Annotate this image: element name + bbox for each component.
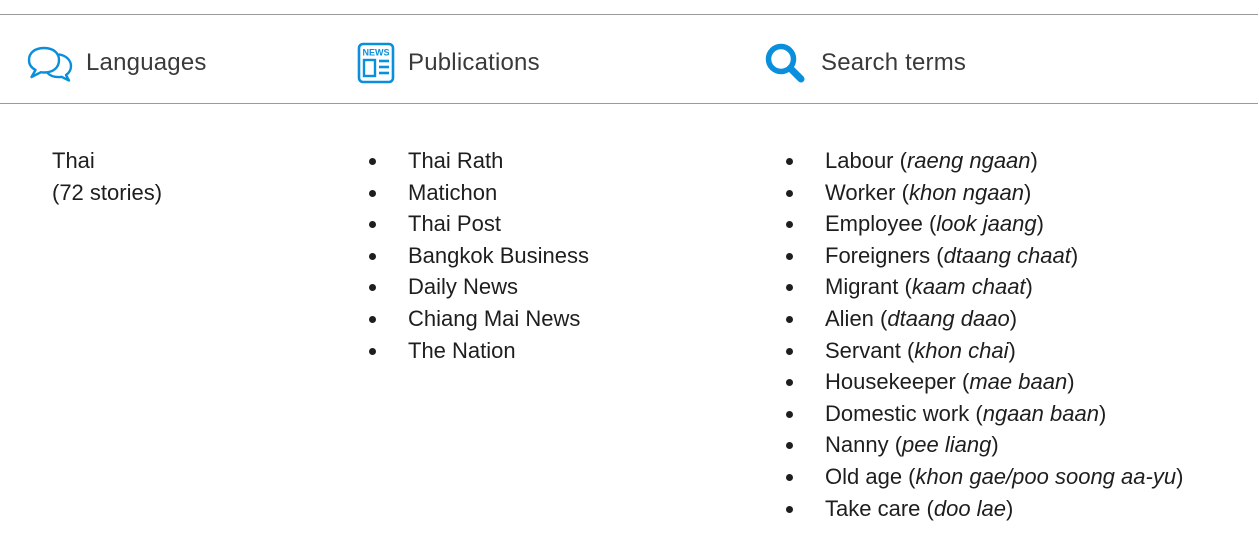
publications-list: Thai Rath Matichon Thai Post Bangkok Busine… bbox=[364, 145, 589, 366]
search-term-transliteration: look jaang bbox=[936, 211, 1037, 237]
search-term-transliteration: khon chai bbox=[914, 337, 1009, 363]
search-term-item: Worker (khon ngaan) bbox=[781, 177, 1183, 209]
search-term-item: Nanny (pee liang) bbox=[781, 429, 1183, 461]
top-divider bbox=[0, 14, 1258, 15]
languages-column: Thai (72 stories) bbox=[52, 145, 162, 208]
search-term-transliteration: dtaang chaat bbox=[943, 242, 1071, 268]
search-term-english: Worker bbox=[825, 179, 896, 205]
speech-bubbles-icon bbox=[26, 44, 74, 82]
search-term-english: Housekeeper bbox=[825, 369, 956, 395]
newspaper-icon-text: NEWS bbox=[363, 48, 390, 58]
search-term-english: Servant bbox=[825, 337, 901, 363]
search-term-item: Labour (raeng ngaan) bbox=[781, 145, 1183, 177]
header-search-terms-label: Search terms bbox=[821, 49, 967, 76]
search-term-item: Alien (dtaang daao) bbox=[781, 303, 1183, 335]
header-publications-label: Publications bbox=[408, 49, 540, 76]
search-term-item: Foreigners (dtaang chaat) bbox=[781, 240, 1183, 272]
search-terms-list: Labour (raeng ngaan) Worker (khon ngaan) E… bbox=[781, 145, 1183, 524]
search-term-english: Nanny bbox=[825, 432, 889, 458]
publication-item: Bangkok Business bbox=[364, 240, 589, 272]
language-name: Thai bbox=[52, 148, 95, 173]
search-term-transliteration: mae baan bbox=[969, 369, 1068, 395]
header-languages: Languages bbox=[26, 40, 207, 86]
publication-item: Daily News bbox=[364, 271, 589, 303]
publication-item: The Nation bbox=[364, 335, 589, 367]
language-story-count: (72 stories) bbox=[52, 179, 163, 205]
search-term-item: Take care (doo lae) bbox=[781, 493, 1183, 525]
search-term-english: Employee bbox=[825, 211, 923, 237]
search-term-item: Migrant (kaam chaat) bbox=[781, 271, 1183, 303]
search-terms-column: Labour (raeng ngaan) Worker (khon ngaan) E… bbox=[781, 145, 1183, 524]
search-term-transliteration: kaam chaat bbox=[911, 274, 1026, 300]
search-term-english: Alien bbox=[825, 305, 874, 331]
search-term-english: Foreigners bbox=[825, 242, 931, 268]
header-publications: NEWS Publications bbox=[356, 40, 540, 86]
search-term-transliteration: khon gae/poo soong aa-yu bbox=[915, 463, 1177, 489]
magnifier-icon bbox=[763, 41, 809, 85]
newspaper-icon: NEWS bbox=[356, 41, 396, 85]
publication-item: Matichon bbox=[364, 177, 589, 209]
search-term-english: Labour bbox=[825, 148, 894, 173]
publication-item: Thai Rath bbox=[364, 145, 589, 177]
search-term-english: Migrant bbox=[825, 274, 899, 300]
search-term-item: Domestic work (ngaan baan) bbox=[781, 398, 1183, 430]
search-term-english: Take care bbox=[825, 495, 921, 521]
search-term-transliteration: raeng ngaan bbox=[906, 148, 1031, 173]
publication-item: Thai Post bbox=[364, 208, 589, 240]
header-languages-label: Languages bbox=[86, 49, 207, 76]
search-term-item: Housekeeper (mae baan) bbox=[781, 366, 1183, 398]
search-term-transliteration: doo lae bbox=[933, 495, 1007, 521]
header-divider bbox=[0, 103, 1258, 104]
search-term-english: Domestic work bbox=[825, 400, 970, 426]
publications-column: Thai Rath Matichon Thai Post Bangkok Busine… bbox=[364, 145, 589, 366]
search-term-transliteration: khon ngaan bbox=[908, 179, 1024, 205]
search-term-transliteration: pee liang bbox=[902, 432, 992, 458]
publication-item: Chiang Mai News bbox=[364, 303, 589, 335]
search-term-transliteration: dtaang daao bbox=[887, 305, 1010, 331]
search-term-item: Old age (khon gae/poo soong aa-yu) bbox=[781, 461, 1183, 493]
search-term-item: Employee (look jaang) bbox=[781, 208, 1183, 240]
search-term-english: Old age bbox=[825, 463, 903, 489]
header-search-terms: Search terms bbox=[763, 40, 966, 86]
search-term-item: Servant (khon chai) bbox=[781, 335, 1183, 367]
search-term-transliteration: ngaan baan bbox=[982, 400, 1099, 426]
